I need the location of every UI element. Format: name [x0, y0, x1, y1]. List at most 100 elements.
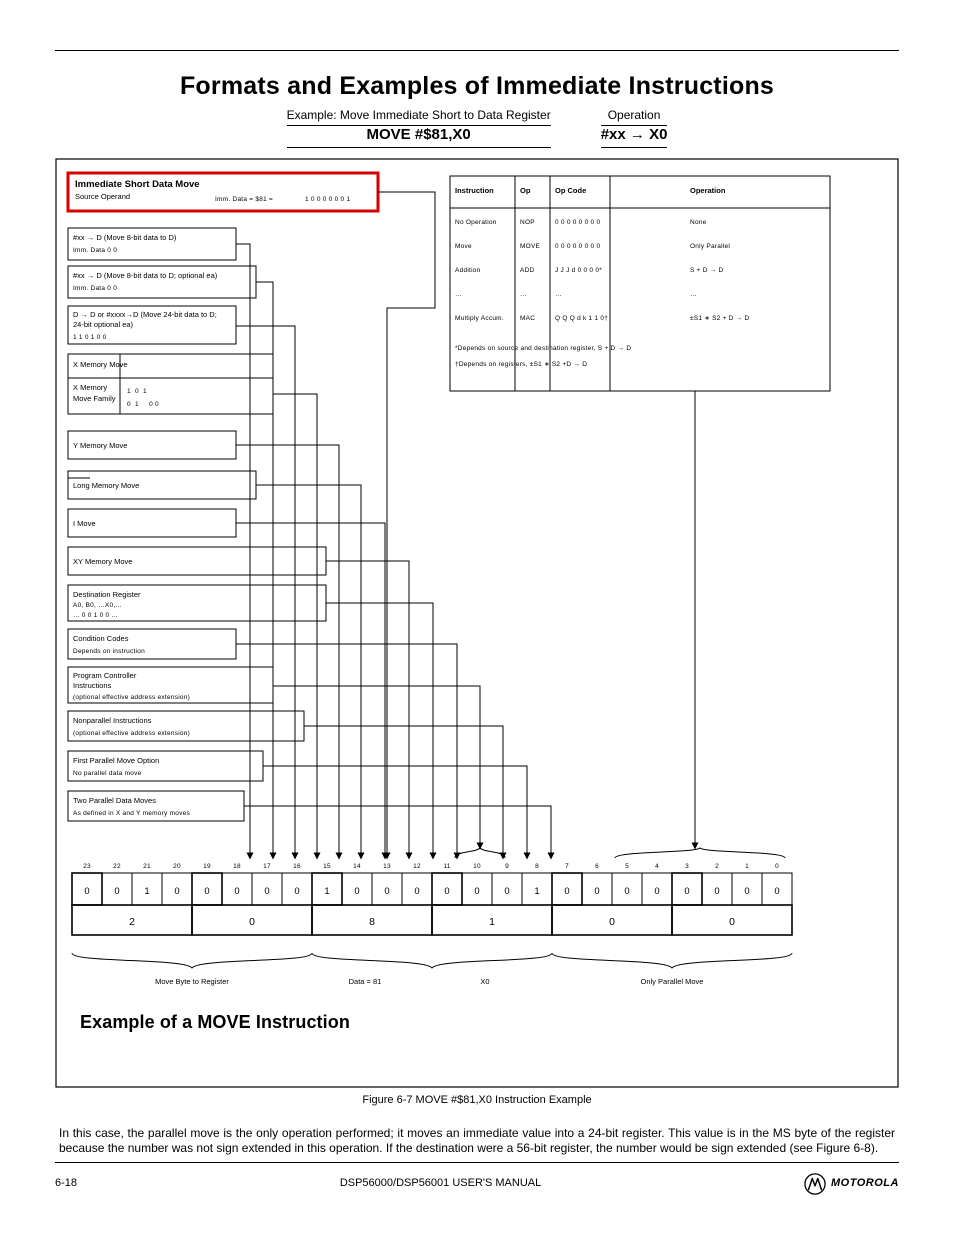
tbl-h4: Operation	[690, 186, 726, 195]
top-rule	[55, 50, 899, 51]
svg-text:0: 0	[384, 886, 389, 897]
b13-l2: No parallel data move	[73, 770, 142, 777]
sub-right-top: Operation	[601, 108, 668, 126]
grp4: Only Parallel Move	[641, 977, 704, 986]
page-number: 6-18	[55, 1177, 77, 1191]
svg-text:0: 0	[249, 916, 255, 928]
svg-text:12: 12	[413, 863, 421, 870]
b9-l2: A0, B0, …X0,…	[73, 602, 122, 609]
tbl-note1: *Depends on source and destination regis…	[455, 345, 631, 352]
tbl-r2c1: Move	[455, 243, 472, 250]
svg-text:1: 1	[324, 886, 329, 897]
tbl-r2c2: MOVE	[520, 243, 541, 250]
tbl-note2: †Depends on registers, ±S1 ∗ S2 +D → D	[455, 361, 587, 368]
svg-text:0: 0	[775, 863, 779, 870]
svg-text:0: 0	[714, 886, 719, 897]
b9-l3: … 0 0 1 0 0 …	[73, 612, 118, 619]
tbl-r4c4: …	[690, 291, 697, 298]
tbl-r4c2: …	[520, 291, 527, 298]
svg-text:8: 8	[535, 863, 539, 870]
svg-text:0: 0	[114, 886, 119, 897]
svg-text:0: 0	[174, 886, 179, 897]
tbl-r4c3: …	[555, 291, 562, 298]
motorola-text: MOTOROLA	[831, 1177, 899, 1191]
sub-heading: Example: Move Immediate Short to Data Re…	[55, 108, 899, 148]
svg-text:0: 0	[744, 886, 749, 897]
b4-bits2: 0 1 0 0	[127, 401, 159, 408]
red-bits: 1 0 0 0 0 0 0 1	[305, 196, 350, 203]
svg-text:16: 16	[293, 863, 301, 870]
tbl-r5c3: Q Q Q d k 1 1 0†	[555, 315, 608, 322]
tbl-r2c4: Only Parallel	[690, 243, 730, 250]
svg-text:23: 23	[83, 863, 91, 870]
svg-text:0: 0	[294, 886, 299, 897]
page-title: Formats and Examples of Immediate Instru…	[55, 71, 899, 102]
tbl-h3: Op Code	[555, 186, 586, 195]
b14-l2: As defined in X and Y memory moves	[73, 810, 191, 817]
b5: Y Memory Move	[73, 441, 127, 450]
svg-text:0: 0	[774, 886, 779, 897]
svg-text:0: 0	[654, 886, 659, 897]
b12-l2: (optional effective address extension)	[73, 730, 190, 737]
svg-text:0: 0	[684, 886, 689, 897]
tbl-r5c1: Multiply Accum.	[455, 315, 504, 322]
svg-text:3: 3	[685, 863, 689, 870]
red-box-l1: Immediate Short Data Move	[75, 179, 200, 190]
svg-text:1: 1	[489, 916, 495, 928]
svg-text:0: 0	[564, 886, 569, 897]
svg-text:10: 10	[473, 863, 481, 870]
svg-text:0: 0	[444, 886, 449, 897]
svg-text:1: 1	[144, 886, 149, 897]
svg-text:13: 13	[383, 863, 391, 870]
b6: Long Memory Move	[73, 481, 139, 490]
tbl-h2: Op	[520, 186, 531, 195]
grp1: Move Byte to Register	[155, 977, 229, 986]
b10-l1: Condition Codes	[73, 634, 129, 643]
sub-left-top: Example: Move Immediate Short to Data Re…	[287, 108, 551, 126]
svg-text:14: 14	[353, 863, 361, 870]
b2-l2: Imm. Data 0 0	[73, 285, 117, 292]
svg-text:15: 15	[323, 863, 331, 870]
svg-text:18: 18	[233, 863, 241, 870]
b14-l1: Two Parallel Data Moves	[73, 796, 156, 805]
caption: In this case, the parallel move is the o…	[59, 1126, 895, 1156]
svg-text:11: 11	[443, 863, 450, 870]
tbl-r2c3: 0 0 0 0 0 0 0 0	[555, 243, 600, 250]
svg-text:0: 0	[264, 886, 269, 897]
example-title: Example of a MOVE Instruction	[80, 1012, 350, 1032]
red-imm: Imm. Data = $81 =	[215, 196, 273, 203]
tbl-r1c3: 0 0 0 0 0 0 0 0	[555, 219, 600, 226]
sub-left-bot: MOVE #$81,X0	[287, 126, 551, 148]
svg-text:4: 4	[655, 863, 659, 870]
tbl-r3c1: Addition	[455, 267, 481, 274]
svg-text:2: 2	[129, 916, 135, 928]
tbl-r4c1: …	[455, 291, 462, 298]
b1-l2: Imm. Data 0 0	[73, 247, 117, 254]
b11-l2: Instructions	[73, 681, 112, 690]
b3-l1: D → D or #xxxx→D (Move 24-bit data to D;	[73, 310, 219, 319]
svg-text:20: 20	[173, 863, 181, 870]
tbl-r1c4: None	[690, 219, 707, 226]
tbl-r1c1: No Operation	[455, 219, 497, 226]
grp3: X0	[480, 977, 489, 986]
b13-l1: First Parallel Move Option	[73, 756, 159, 765]
b12-l1: Nonparallel Instructions	[73, 716, 152, 725]
svg-text:2: 2	[715, 863, 719, 870]
svg-text:9: 9	[505, 863, 509, 870]
b2-l1: #xx → D (Move 8-bit data to D; optional …	[73, 271, 218, 280]
svg-text:0: 0	[729, 916, 735, 928]
b4b-l1: X Memory	[73, 383, 107, 392]
svg-text:1: 1	[745, 863, 749, 870]
tbl-r3c3: J J J d 0 0 0 0*	[555, 267, 602, 274]
figure-label: Figure 6-7 MOVE #$81,X0 Instruction Exam…	[55, 1094, 899, 1108]
svg-text:0: 0	[204, 886, 209, 897]
tbl-h1: Instruction	[455, 186, 494, 195]
b11-l3: (optional effective address extension)	[73, 694, 190, 701]
red-box-l2: Source Operand	[75, 192, 130, 201]
svg-text:21: 21	[143, 863, 151, 870]
svg-text:0: 0	[84, 886, 89, 897]
svg-text:0: 0	[234, 886, 239, 897]
tbl-r3c2: ADD	[520, 267, 535, 274]
svg-text:22: 22	[113, 863, 121, 870]
b4b-l2: Move Family	[73, 394, 116, 403]
